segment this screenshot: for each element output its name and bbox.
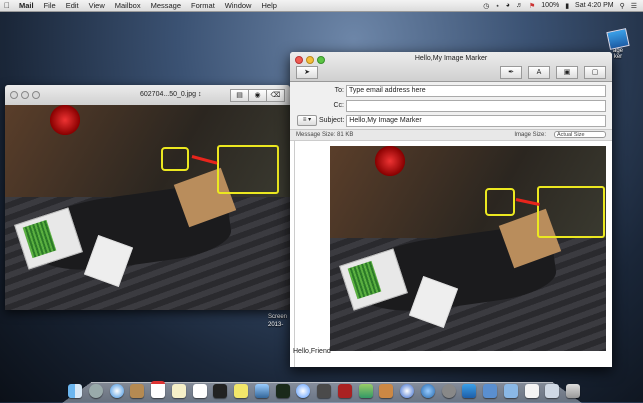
close-icon[interactable]	[10, 91, 18, 99]
safari-icon[interactable]	[109, 384, 124, 398]
contacts-icon[interactable]	[130, 384, 145, 398]
spotlight-icon[interactable]: ⚲	[620, 2, 625, 10]
subject-field[interactable]: Hello,My Image Marker	[346, 114, 606, 127]
system-prefs-icon[interactable]	[441, 384, 456, 398]
notification-center-icon[interactable]: ☰	[631, 2, 637, 10]
messages-icon[interactable]	[296, 384, 311, 398]
menu-help[interactable]: Help	[256, 1, 281, 10]
to-label: To:	[334, 87, 344, 94]
photo-booth-icon[interactable]	[337, 384, 352, 398]
apple-menu-icon[interactable]: 	[0, 1, 14, 10]
desktop-screenshot-label[interactable]: Screen 2013-	[268, 313, 287, 329]
image-size-select[interactable]: Actual Size	[554, 131, 606, 138]
photo-browser-icon[interactable]: ▣	[556, 66, 578, 79]
garageband-icon[interactable]	[379, 384, 394, 398]
clock[interactable]: Sat 4:20 PM	[575, 2, 614, 9]
attached-photo[interactable]	[330, 146, 606, 351]
reminders-icon[interactable]	[192, 384, 207, 398]
xcode-icon[interactable]	[483, 384, 497, 398]
marker-rectangle-large	[537, 186, 605, 238]
trash-icon[interactable]	[566, 384, 580, 398]
menu-mailbox[interactable]: Mailbox	[110, 1, 146, 10]
menu-view[interactable]: View	[84, 1, 110, 10]
to-field[interactable]: Type email address here	[346, 84, 606, 97]
mail-title: Hello,My Image Marker	[414, 55, 488, 62]
menu-bar:  Mail File Edit View Mailbox Message Fo…	[0, 0, 643, 12]
send-button[interactable]: ➤	[296, 66, 318, 79]
activity-icon[interactable]	[275, 384, 290, 398]
volume-icon[interactable]: ♬	[516, 2, 523, 9]
dock-icons	[68, 378, 580, 398]
terminal-icon[interactable]	[213, 384, 228, 398]
size-bar: Message Size: 81 KB Image Size: Actual S…	[290, 130, 612, 141]
menu-app-name[interactable]: Mail	[14, 1, 39, 10]
fonts-icon[interactable]: A	[528, 66, 550, 79]
preview-title: 602704...50_0.jpg ↕	[140, 91, 202, 98]
downloads-icon[interactable]	[545, 384, 560, 398]
time-machine-icon[interactable]: ◷	[483, 2, 489, 10]
mail-header-fields: To: Type email address here Cc: ≡ ▾ Subj…	[290, 82, 612, 130]
wifi-icon[interactable]: ◕	[506, 2, 510, 9]
format-menu-icon[interactable]: ≡ ▾	[297, 115, 317, 126]
attach-icon[interactable]: ✒	[500, 66, 522, 79]
marker-rectangle-small	[485, 188, 515, 216]
greeting-text[interactable]: Hello,Friend	[293, 348, 331, 355]
menu-message[interactable]: Message	[146, 1, 186, 10]
stickies-icon[interactable]	[234, 384, 248, 398]
mail-compose-window: Hello,My Image Marker ➤ ✒ A ▣ ▢ To: Type…	[290, 52, 612, 367]
image-size-label: Image Size:	[514, 132, 546, 138]
marker-rectangle-small	[161, 147, 189, 171]
trash-button[interactable]: ⌫	[266, 89, 285, 102]
menu-format[interactable]: Format	[186, 1, 220, 10]
image-marker-app-icon	[606, 28, 630, 50]
mail-titlebar[interactable]: Hello,My Image Marker ➤ ✒ A ▣ ▢	[290, 52, 612, 82]
battery-icon[interactable]: ▮	[565, 2, 569, 10]
preview-icon[interactable]	[254, 384, 269, 398]
preview-window: 602704...50_0.jpg ↕ ▤ ◉ ⌫	[5, 85, 290, 310]
battery-text[interactable]: 100%	[541, 2, 559, 9]
notes-icon[interactable]	[171, 384, 186, 398]
calendar-icon[interactable]	[151, 381, 165, 398]
quicklook-eye-icon[interactable]: ◉	[248, 89, 267, 102]
message-body[interactable]: Hello,Friend	[290, 141, 612, 367]
flag-icon[interactable]: ⚑	[529, 2, 535, 10]
marker-rectangle-large	[217, 145, 279, 194]
menu-edit[interactable]: Edit	[61, 1, 84, 10]
iphoto-icon[interactable]	[358, 384, 373, 398]
menu-window[interactable]: Window	[220, 1, 257, 10]
itunes-icon[interactable]	[400, 384, 414, 398]
zoom-icon[interactable]	[32, 91, 40, 99]
subject-row: ≡ ▾ Subject: Hello,My Image Marker	[290, 114, 606, 127]
sidebar-toggle-button[interactable]: ▤	[230, 89, 249, 102]
cc-row: Cc:	[290, 99, 606, 112]
launchpad-icon[interactable]	[88, 384, 103, 398]
minimize-icon[interactable]	[21, 91, 29, 99]
stationery-icon[interactable]: ▢	[584, 66, 606, 79]
finder-icon[interactable]	[68, 384, 82, 398]
subject-label: Subject:	[319, 117, 345, 124]
message-size: Message Size: 81 KB	[296, 132, 354, 138]
bluetooth-icon[interactable]: ⋆	[495, 2, 499, 10]
document-icon[interactable]	[524, 384, 539, 398]
cc-label: Cc:	[333, 102, 345, 109]
preview-titlebar[interactable]: 602704...50_0.jpg ↕ ▤ ◉ ⌫	[5, 85, 290, 106]
to-row: To: Type email address here	[290, 84, 606, 97]
app-store-icon[interactable]	[420, 384, 435, 398]
image-marker-icon[interactable]	[462, 384, 477, 398]
folder-icon[interactable]	[503, 384, 518, 398]
menu-file[interactable]: File	[39, 1, 61, 10]
cc-field[interactable]	[346, 99, 606, 112]
preview-photo	[5, 105, 290, 310]
facetime-icon[interactable]	[317, 384, 331, 398]
